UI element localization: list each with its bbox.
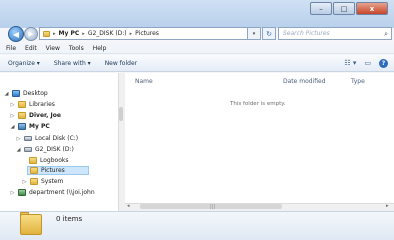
expanded-triangle-icon[interactable]: ◢ [10, 124, 15, 130]
address-bar[interactable]: ▸ My PC ▸ G2_DISK (D:) ▸ Pictures [39, 27, 261, 40]
menu-help[interactable]: Help [93, 45, 107, 52]
nav-item-label: G2_DISK (D:) [35, 146, 74, 153]
scroll-left-icon[interactable]: ◂ [127, 203, 130, 209]
nav-item-system[interactable]: ▷ System [22, 177, 63, 186]
menu-tools[interactable]: Tools [69, 45, 84, 52]
folder-icon [43, 30, 50, 37]
breadcrumb-pictures[interactable]: Pictures [135, 30, 159, 37]
refresh-button[interactable]: ↻ [262, 27, 276, 40]
item-count: 0 items [56, 215, 83, 223]
forward-arrow-icon: ▶ [28, 30, 34, 38]
expanded-triangle-icon[interactable]: ◢ [16, 147, 21, 153]
empty-folder-message: This folder is empty. [230, 101, 286, 107]
nav-item-label: System [41, 178, 64, 185]
forward-button[interactable]: ▶ [24, 27, 38, 41]
folder-icon [30, 167, 38, 174]
breadcrumb-separator-icon: ▸ [82, 30, 85, 37]
preview-pane-icon[interactable]: ▭ [364, 59, 371, 68]
collapsed-triangle-icon[interactable]: ▷ [10, 113, 15, 119]
nav-item-g2-disk[interactable]: ◢ G2_DISK (D:) [16, 145, 74, 154]
collapsed-triangle-icon[interactable]: ▷ [10, 102, 15, 108]
breadcrumb-separator-icon: ▸ [53, 30, 56, 37]
menu-bar: File Edit View Tools Help [0, 43, 394, 54]
nav-scrollbar[interactable] [118, 73, 125, 211]
desktop-icon [12, 90, 20, 97]
libraries-icon [18, 101, 26, 108]
menu-edit[interactable]: Edit [25, 45, 37, 52]
computer-icon [18, 123, 26, 130]
maximize-button[interactable]: □ [333, 2, 355, 15]
menu-file[interactable]: File [6, 45, 16, 52]
nav-item-user[interactable]: ▷ Diver, Joe [10, 111, 61, 120]
nav-item-local-disk[interactable]: ▷ Local Disk (C:) [16, 134, 79, 143]
nav-item-label: Desktop [23, 90, 48, 97]
column-headers: Name Date modified Type [125, 78, 394, 88]
nav-item-label: Logbooks [40, 157, 69, 164]
back-arrow-icon: ◀ [12, 29, 20, 39]
user-folder-icon [18, 112, 26, 119]
search-input[interactable]: Search Pictures ⌕ [278, 27, 392, 40]
view-options-icon[interactable]: ☷ ▾ [344, 59, 356, 68]
explorer-window: – □ x ◀ ▶ ▸ My PC ▸ G2_DISK (D:) ▸ Pictu… [0, 0, 394, 240]
chevron-down-icon: ▾ [252, 30, 256, 37]
nav-item-logbooks[interactable]: Logbooks [29, 156, 68, 165]
nav-item-libraries[interactable]: ▷ Libraries [10, 100, 55, 109]
nav-item-network-drive[interactable]: ▷ department (\\joi.john [10, 188, 95, 197]
column-date-modified[interactable]: Date modified [283, 78, 326, 85]
column-type[interactable]: Type [351, 78, 365, 85]
breadcrumb-separator-icon: ▸ [129, 30, 133, 37]
file-list[interactable] [125, 73, 394, 211]
address-dropdown-button[interactable]: ▾ [247, 27, 261, 40]
breadcrumb-my-pc[interactable]: My PC [59, 30, 80, 37]
view-controls: ☷ ▾ ▭ ? [344, 59, 388, 68]
drive-icon [24, 147, 32, 152]
nav-scrollbar-thumb[interactable] [119, 107, 123, 121]
nav-item-label: Local Disk (C:) [35, 135, 79, 142]
collapsed-triangle-icon[interactable]: ▷ [10, 190, 15, 196]
nav-item-label: My PC [29, 123, 50, 130]
new-folder-button[interactable]: New folder [105, 60, 137, 67]
folder-large-icon [20, 214, 42, 235]
collapsed-triangle-icon[interactable]: ▷ [16, 136, 21, 142]
search-icon[interactable]: ⌕ [384, 30, 388, 39]
close-button[interactable]: x [356, 2, 388, 15]
menu-view[interactable]: View [46, 45, 60, 52]
search-placeholder: Search Pictures [283, 30, 330, 37]
nav-item-label: department (\\joi.john [29, 189, 95, 196]
nav-item-desktop[interactable]: ◢ Desktop [4, 89, 48, 98]
window-controls: – □ x [310, 2, 388, 15]
drive-icon [24, 136, 32, 141]
expanded-triangle-icon[interactable]: ◢ [4, 91, 9, 97]
nav-item-my-pc[interactable]: ◢ My PC [10, 122, 50, 131]
scroll-right-icon[interactable]: ▸ [386, 203, 389, 209]
command-bar: Organize ▾ Share with ▾ New folder [0, 55, 394, 72]
breadcrumb-g2-disk[interactable]: G2_DISK (D:) [88, 30, 127, 37]
nav-item-label: Diver, Joe [29, 112, 61, 119]
share-with-button[interactable]: Share with ▾ [54, 60, 91, 67]
help-icon[interactable]: ? [379, 59, 388, 68]
folder-icon [30, 178, 38, 185]
back-button[interactable]: ◀ [8, 26, 24, 42]
refresh-icon: ↻ [266, 29, 272, 38]
nav-item-label: Libraries [29, 101, 55, 108]
column-name[interactable]: Name [135, 78, 153, 85]
nav-item-label: Pictures [41, 167, 65, 174]
scroll-grip-icon: ||| [210, 204, 216, 210]
organize-button[interactable]: Organize ▾ [8, 60, 40, 67]
network-drive-icon [18, 189, 26, 196]
collapsed-triangle-icon[interactable]: ▷ [22, 179, 27, 185]
folder-icon [29, 157, 37, 164]
nav-item-pictures[interactable]: Pictures [27, 166, 89, 175]
minimize-button[interactable]: – [310, 2, 332, 15]
